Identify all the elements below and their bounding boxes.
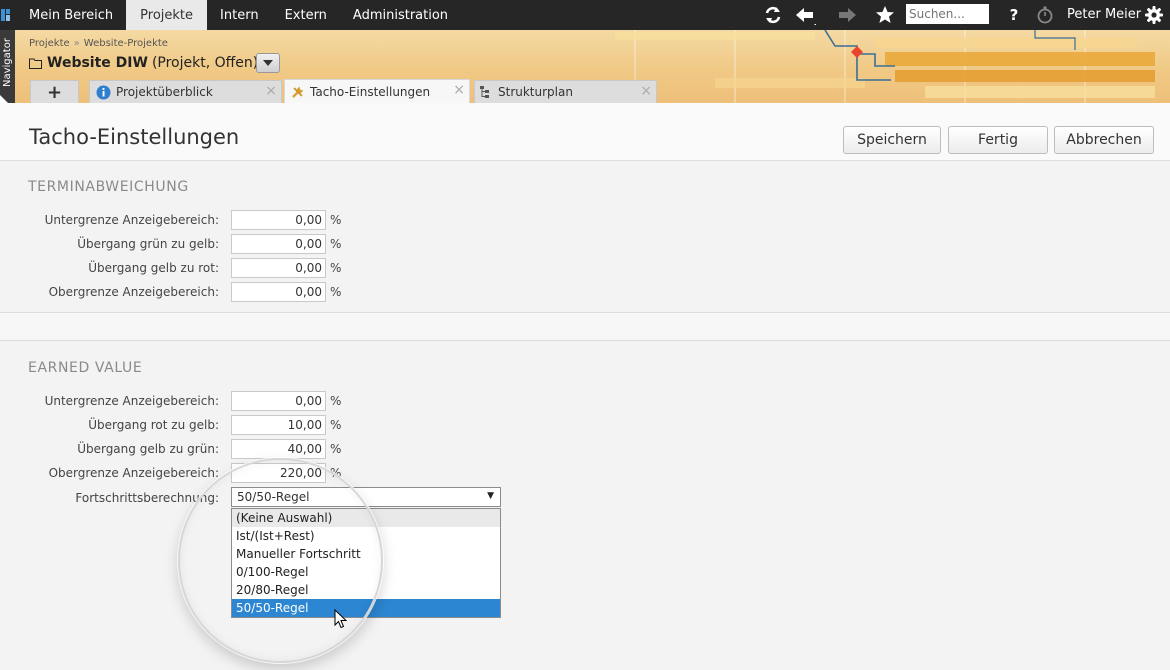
field-label: Obergrenze Anzeigebereich: [48, 285, 219, 299]
folder-icon [29, 58, 42, 69]
project-title-bar: Website DIW (Projekt, Offen) [29, 55, 258, 71]
field-row: Übergang grün zu gelb: 0,00 % [0, 234, 600, 254]
project-title: Website DIW [47, 55, 148, 71]
tools-icon [292, 86, 303, 98]
progress-method-label: Fortschrittsberechnung: [75, 491, 219, 505]
refresh-icon[interactable] [760, 0, 786, 30]
progress-method-select[interactable]: 50/50-Regel ▼ [231, 487, 501, 507]
project-subtitle: (Projekt, Offen) [151, 55, 259, 71]
dropdown-option[interactable]: Ist/(Ist+Rest) [232, 527, 500, 545]
field-label: Untergrenze Anzeigebereich: [44, 394, 219, 408]
page-title-bar: Tacho-Einstellungen Speichern Fertig Abb… [0, 103, 1170, 161]
progress-method-dropdown-list: (Keine Auswahl) Ist/(Ist+Rest) Manueller… [231, 508, 501, 618]
select-value: 50/50-Regel [237, 490, 310, 504]
gantt-decoration-image [615, 30, 1155, 103]
tab-label: Projektüberblick [116, 85, 213, 99]
section-divider [0, 312, 1170, 341]
field-label: Übergang gelb zu rot: [88, 261, 219, 275]
dropdown-option[interactable]: Manueller Fortschritt [232, 545, 500, 563]
save-button[interactable]: Speichern [843, 126, 941, 154]
number-input[interactable]: 0,00 [231, 210, 326, 230]
field-row: Untergrenze Anzeigebereich: 0,00 % [0, 391, 600, 411]
dropdown-option[interactable]: 20/80-Regel [232, 581, 500, 599]
field-label: Übergang grün zu gelb: [77, 237, 219, 251]
field-row: Übergang gelb zu rot: 0,00 % [0, 258, 600, 278]
navigator-label: Navigator [2, 38, 13, 88]
tab-strukturplan[interactable]: Strukturplan × [474, 80, 657, 103]
field-row: Übergang rot zu gelb: 10,00 % [0, 415, 600, 435]
project-menu-button[interactable] [256, 53, 280, 73]
star-icon[interactable] [872, 0, 898, 30]
tab-label: Strukturplan [498, 85, 573, 99]
field-row: Obergrenze Anzeigebereich: 220,00 % [0, 463, 600, 483]
chevron-down-icon: ▼ [487, 491, 494, 501]
number-input[interactable]: 10,00 [231, 415, 326, 435]
unit-label: % [330, 237, 342, 251]
nav-intern[interactable]: Intern [207, 0, 272, 30]
nav-mein-bereich[interactable]: Mein Bereich [16, 0, 126, 30]
help-icon[interactable]: ? [1001, 0, 1027, 30]
unit-label: % [330, 261, 342, 275]
stopwatch-icon[interactable] [1032, 0, 1058, 30]
main-menu: Mein Bereich Projekte Intern Extern Admi… [16, 0, 461, 30]
dropdown-option[interactable]: (Keine Auswahl) [232, 509, 500, 527]
section-title-earned-value: EARNED VALUE [28, 360, 143, 376]
forward-arrow-icon[interactable] [834, 0, 860, 30]
tab-tacho-einstellungen[interactable]: Tacho-Einstellungen × [284, 79, 470, 103]
navigator-toggle[interactable]: Navigator [0, 30, 15, 103]
navigator-corner [0, 95, 8, 103]
close-icon[interactable]: × [265, 83, 277, 99]
unit-label: % [330, 285, 342, 299]
back-arrow-icon[interactable] [792, 0, 818, 30]
done-button[interactable]: Fertig [948, 126, 1048, 154]
unit-label: % [330, 213, 342, 227]
breadcrumb-separator: » [73, 38, 80, 49]
unit-label: % [330, 394, 342, 408]
tab-projektueberblick[interactable]: Projektüberblick × [89, 80, 282, 103]
chevron-down-icon [263, 60, 273, 66]
close-icon[interactable]: × [453, 82, 465, 98]
search-input[interactable] [906, 4, 989, 24]
app-logo-icon[interactable] [0, 7, 14, 23]
unit-label: % [330, 466, 342, 480]
unit-label: % [330, 418, 342, 432]
gear-icon[interactable] [1141, 0, 1167, 30]
unit-label: % [330, 442, 342, 456]
add-tab-button[interactable]: + [30, 80, 79, 103]
nav-extern[interactable]: Extern [272, 0, 340, 30]
top-navigation-bar: Mein Bereich Projekte Intern Extern Admi… [0, 0, 1170, 30]
breadcrumb-projekte[interactable]: Projekte [29, 38, 70, 49]
dropdown-option-selected[interactable]: 50/50-Regel [232, 599, 500, 617]
user-name[interactable]: Peter Meier [1067, 0, 1141, 30]
close-icon[interactable]: × [640, 83, 652, 99]
number-input[interactable]: 0,00 [231, 282, 326, 302]
number-input[interactable]: 220,00 [231, 463, 326, 483]
main-content: Tacho-Einstellungen Speichern Fertig Abb… [0, 103, 1170, 670]
field-row: Übergang gelb zu grün: 40,00 % [0, 439, 600, 459]
field-row: Untergrenze Anzeigebereich: 0,00 % [0, 210, 600, 230]
number-input[interactable]: 0,00 [231, 391, 326, 411]
nav-projekte[interactable]: Projekte [126, 0, 208, 30]
field-label: Untergrenze Anzeigebereich: [44, 213, 219, 227]
breadcrumb-website-projekte[interactable]: Website-Projekte [84, 38, 168, 49]
field-row: Obergrenze Anzeigebereich: 0,00 % [0, 282, 600, 302]
field-label: Übergang rot zu gelb: [88, 418, 219, 432]
number-input[interactable]: 0,00 [231, 234, 326, 254]
nav-administration[interactable]: Administration [340, 0, 461, 30]
tab-label: Tacho-Einstellungen [310, 84, 431, 99]
cancel-button[interactable]: Abbrechen [1054, 126, 1154, 154]
dropdown-option[interactable]: 0/100-Regel [232, 563, 500, 581]
field-label: Obergrenze Anzeigebereich: [48, 466, 219, 480]
info-icon [96, 85, 111, 99]
field-label: Übergang gelb zu grün: [77, 442, 219, 456]
number-input[interactable]: 40,00 [231, 439, 326, 459]
page-title: Tacho-Einstellungen [29, 125, 240, 149]
section-title-terminabweichung: TERMINABWEICHUNG [28, 179, 189, 195]
number-input[interactable]: 0,00 [231, 258, 326, 278]
breadcrumb: Projekte» Website-Projekte [29, 38, 168, 49]
structure-icon [480, 86, 489, 98]
